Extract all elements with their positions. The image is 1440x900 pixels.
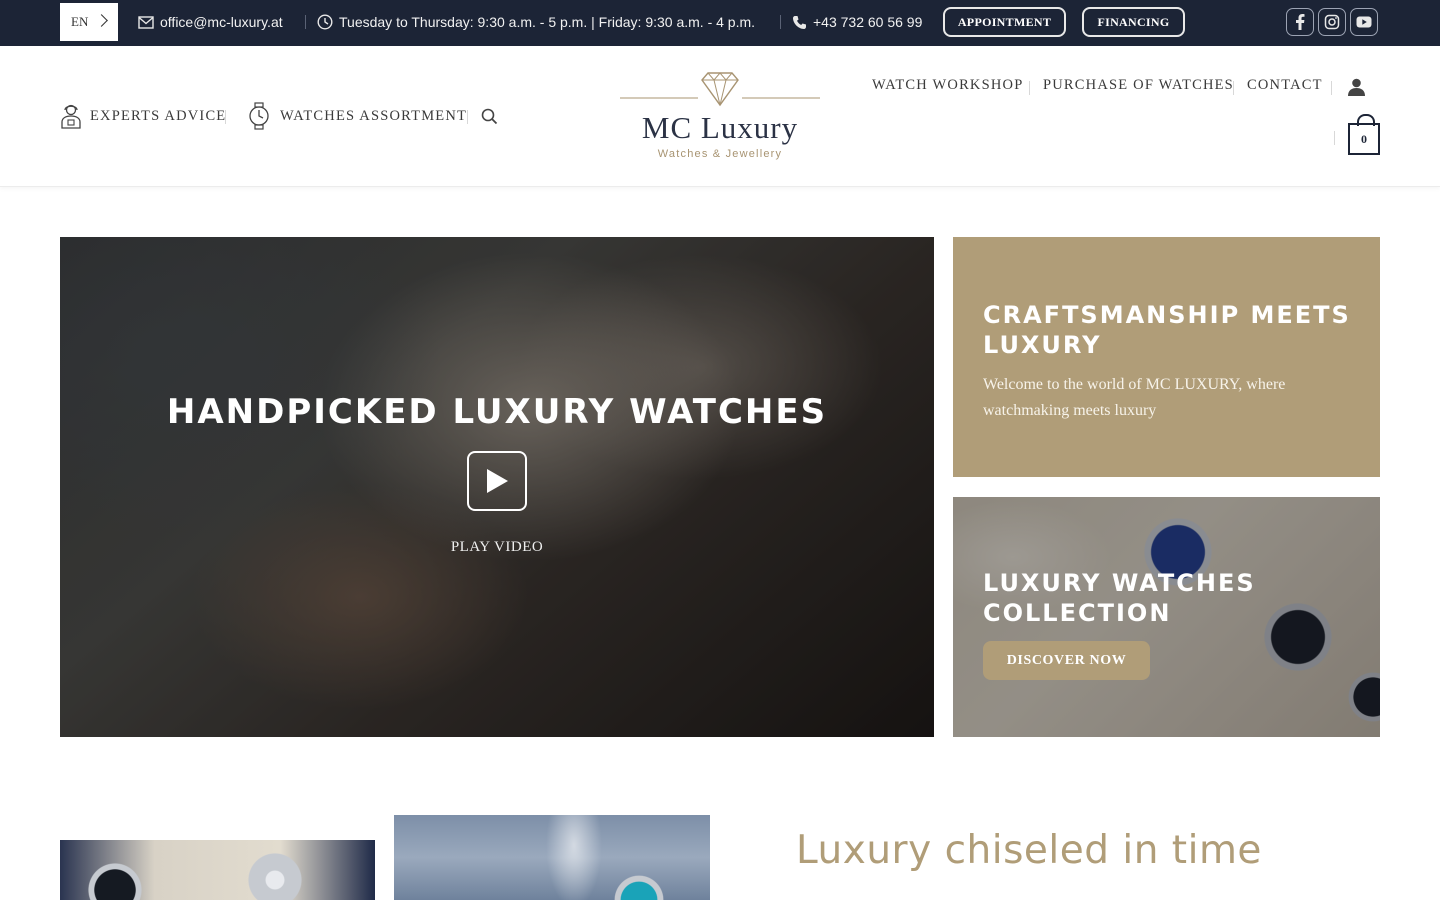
- divider: [1331, 81, 1332, 95]
- nav-watches-assortment[interactable]: WATCHES ASSORTMENT: [246, 102, 467, 130]
- cart-count: 0: [1361, 131, 1367, 146]
- play-video-button[interactable]: [467, 451, 527, 511]
- facebook-icon[interactable]: [1286, 8, 1314, 36]
- divider: [225, 110, 226, 124]
- play-video-label[interactable]: PLAY VIDEO: [60, 539, 934, 556]
- logo-title: MC Luxury: [641, 110, 799, 145]
- card-title: CRAFTSMANSHIP MEETS LUXURY: [983, 301, 1351, 359]
- email-link[interactable]: office@mc-luxury.at: [138, 12, 283, 32]
- site-header: EXPERTS ADVICE WATCHES ASSORTMENT MC Lux…: [0, 46, 1440, 187]
- nav-contact[interactable]: CONTACT: [1247, 77, 1323, 94]
- section-title: Luxury chiseled in time: [796, 828, 1262, 873]
- top-bar: EN office@mc-luxury.at Tuesday to Thursd…: [0, 0, 1440, 46]
- language-selector[interactable]: EN: [60, 3, 118, 41]
- clock-icon: [317, 14, 333, 30]
- card-text: Welcome to the world of MC LUXURY, where…: [983, 376, 1286, 419]
- appointment-button[interactable]: APPOINTMENT: [943, 7, 1066, 37]
- youtube-icon[interactable]: [1350, 8, 1378, 36]
- logo-subtitle: Watches & Jewellery: [657, 148, 783, 160]
- nav-experts-advice[interactable]: EXPERTS ADVICE: [60, 102, 226, 130]
- search-icon[interactable]: [481, 108, 498, 125]
- mail-icon: [138, 15, 154, 29]
- divider: [467, 110, 468, 124]
- opening-hours: Tuesday to Thursday: 9:30 a.m. - 5 p.m. …: [317, 12, 755, 32]
- watch-icon: [249, 102, 269, 130]
- phone-icon: [793, 15, 806, 29]
- financing-button[interactable]: FINANCING: [1082, 7, 1185, 37]
- user-account-icon[interactable]: [1347, 78, 1366, 96]
- divider: [1233, 81, 1234, 95]
- chevron-right-icon: [95, 14, 108, 27]
- hero-video-banner[interactable]: HANDPICKED LUXURY WATCHES PLAY VIDEO: [60, 237, 934, 737]
- watch-image: [394, 815, 710, 900]
- hero-title: HANDPICKED LUXURY WATCHES: [166, 392, 828, 432]
- cart-button[interactable]: 0: [1348, 114, 1380, 155]
- craftsmanship-card: CRAFTSMANSHIP MEETS LUXURY Welcome to th…: [953, 237, 1380, 477]
- nav-watch-workshop[interactable]: WATCH WORKSHOP: [872, 77, 1023, 94]
- collection-card[interactable]: LUXURY WATCHES COLLECTION DISCOVER NOW: [953, 497, 1380, 737]
- play-icon: [487, 469, 508, 493]
- diamond-logo-icon: [620, 72, 820, 107]
- watch-image: [60, 840, 375, 900]
- discover-now-button[interactable]: DISCOVER NOW: [983, 641, 1150, 680]
- divider: [1029, 81, 1030, 95]
- divider: [305, 15, 306, 29]
- language-label: EN: [71, 14, 89, 29]
- phone-link[interactable]: +43 732 60 56 99: [792, 12, 922, 32]
- nav-purchase-of-watches[interactable]: PURCHASE OF WATCHES: [1043, 77, 1234, 94]
- divider: [1334, 131, 1335, 145]
- card-title: LUXURY WATCHES COLLECTION: [983, 569, 1256, 627]
- expert-icon: [61, 104, 81, 129]
- divider: [780, 15, 781, 29]
- instagram-icon[interactable]: [1318, 8, 1346, 36]
